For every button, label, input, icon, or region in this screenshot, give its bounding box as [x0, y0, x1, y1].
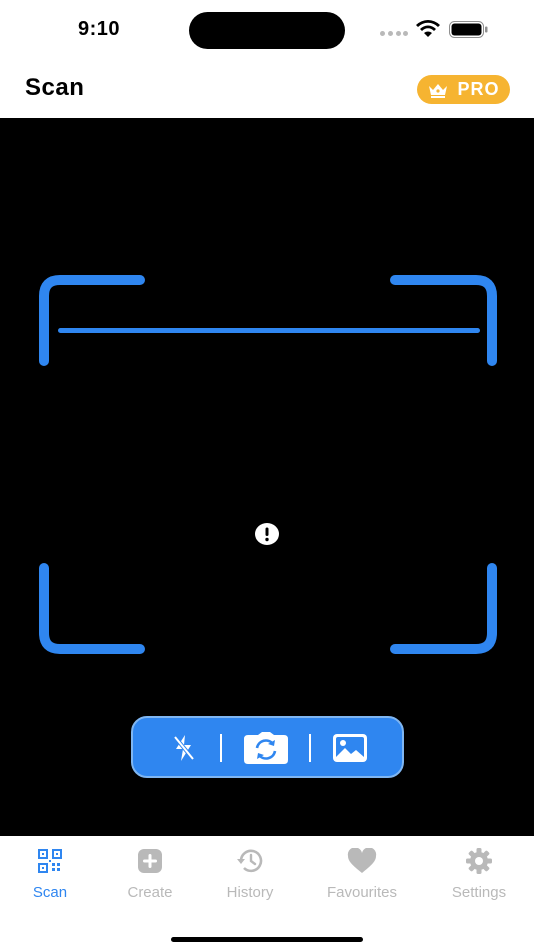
qr-code-icon — [38, 849, 62, 873]
tab-scan[interactable]: Scan — [20, 846, 80, 901]
tab-label: Scan — [32, 884, 68, 901]
scan-line — [58, 328, 480, 333]
tab-label: Settings — [451, 884, 507, 901]
dynamic-island — [189, 12, 345, 49]
home-indicator — [171, 937, 363, 942]
toolbar-divider — [309, 734, 311, 762]
tab-favourites[interactable]: Favourites — [312, 846, 412, 901]
status-bar: 9:10 — [0, 0, 534, 62]
scan-frame-corner-bottom-left — [39, 563, 145, 654]
camera-toolbar — [131, 716, 404, 778]
camera-rotate-icon — [244, 732, 288, 764]
tab-settings[interactable]: Settings — [440, 846, 518, 901]
wifi-icon — [416, 20, 440, 37]
flash-toggle-button[interactable] — [163, 726, 205, 770]
pro-label: PRO — [457, 79, 500, 99]
flip-camera-button[interactable] — [241, 726, 291, 770]
page-title: Scan — [25, 74, 85, 101]
scan-frame-corner-top-left — [39, 275, 145, 366]
tab-label: Favourites — [326, 884, 398, 901]
toolbar-divider — [220, 734, 222, 762]
cellular-signal-icon — [380, 31, 408, 36]
camera-viewfinder[interactable] — [0, 118, 534, 836]
tab-label: Create — [127, 884, 173, 901]
photo-gallery-icon — [333, 734, 367, 762]
scan-frame-corner-bottom-right — [390, 563, 497, 654]
tab-bar: Scan Create History Favourites Settings — [0, 836, 534, 950]
exclamation-circle-icon[interactable] — [255, 523, 279, 545]
header: Scan PRO — [0, 62, 534, 118]
crown-icon — [429, 83, 448, 98]
tab-history[interactable]: History — [214, 846, 286, 901]
flash-off-icon — [173, 735, 195, 761]
pro-upgrade-button[interactable]: PRO — [417, 75, 510, 104]
battery-icon — [449, 21, 488, 38]
tab-label: History — [226, 884, 274, 901]
heart-icon — [347, 848, 377, 873]
status-time: 9:10 — [78, 18, 121, 40]
scan-frame-corner-top-right — [390, 275, 497, 366]
tab-create[interactable]: Create — [115, 846, 185, 901]
photo-gallery-button[interactable] — [327, 726, 373, 770]
history-clock-icon — [237, 849, 263, 873]
gear-icon — [466, 848, 492, 874]
plus-square-icon — [138, 849, 162, 873]
